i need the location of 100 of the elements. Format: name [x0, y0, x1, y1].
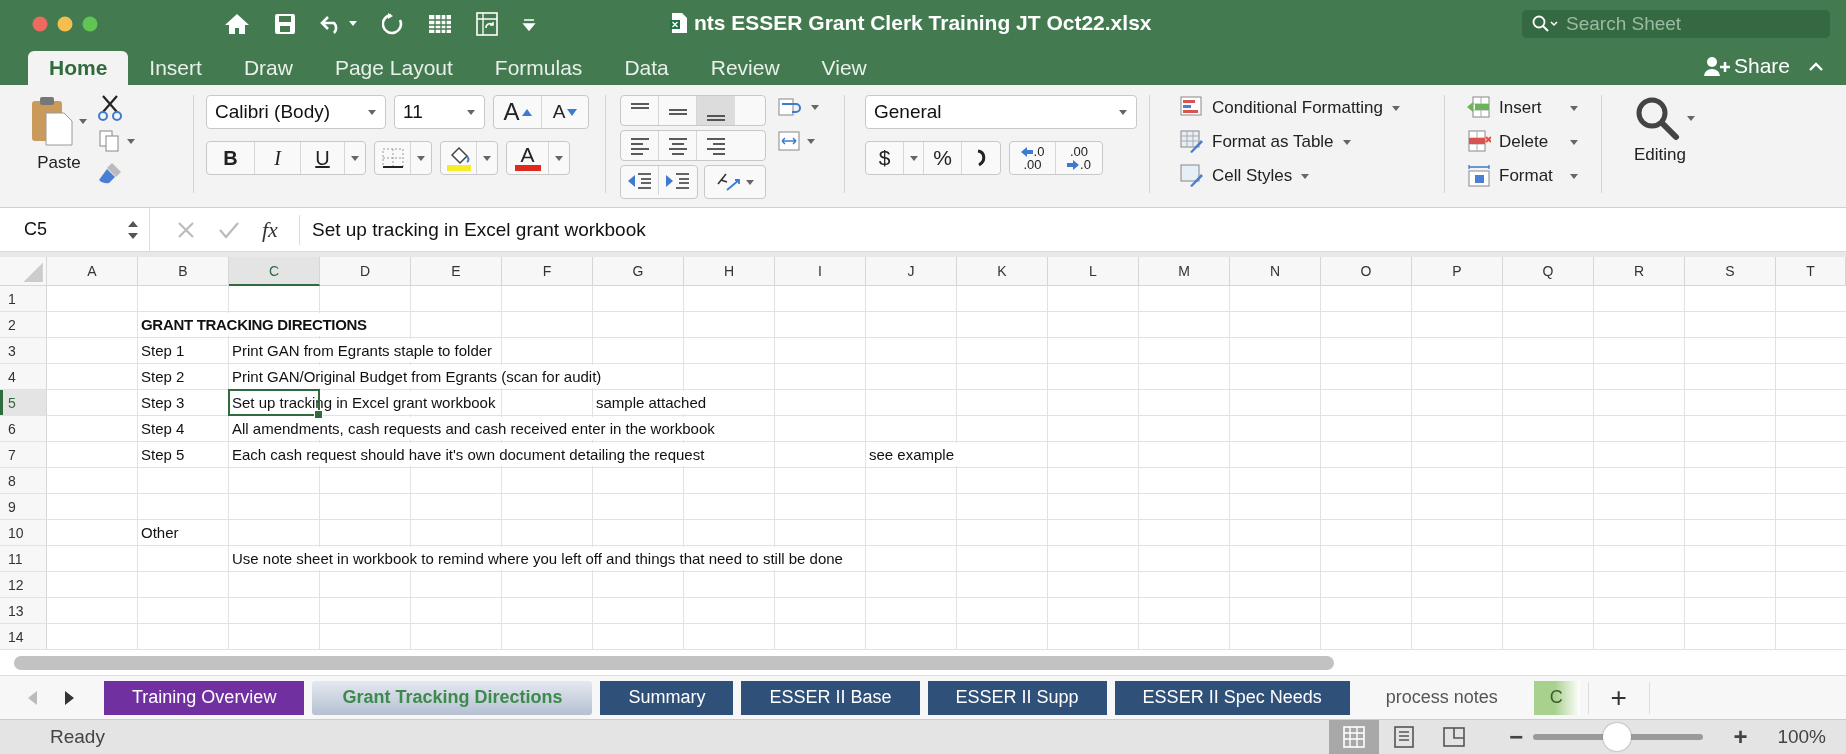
- row-header[interactable]: 8: [0, 468, 47, 493]
- caret-icon[interactable]: [1569, 171, 1579, 181]
- cells-menu-button[interactable]: Insert: [1499, 98, 1561, 118]
- increase-font-size-button[interactable]: A: [494, 96, 542, 128]
- row-header[interactable]: 7: [0, 442, 47, 467]
- column-header[interactable]: K: [957, 257, 1048, 286]
- fill-handle[interactable]: [314, 410, 323, 419]
- column-header[interactable]: Q: [1503, 257, 1594, 286]
- column-header[interactable]: E: [411, 257, 502, 286]
- ribbon-tab[interactable]: Formulas: [473, 51, 604, 85]
- insert-function-button[interactable]: fx: [262, 216, 278, 243]
- page-break-icon[interactable]: [1442, 725, 1467, 749]
- percent-button[interactable]: %: [924, 142, 962, 174]
- column-header[interactable]: J: [866, 257, 957, 286]
- column-header[interactable]: S: [1685, 257, 1776, 286]
- ribbon-tab[interactable]: Home: [28, 51, 129, 85]
- caret-icon[interactable]: [350, 153, 360, 163]
- increase-decimal-button[interactable]: .0 .00: [1010, 142, 1056, 174]
- column-header[interactable]: A: [47, 257, 138, 286]
- column-header[interactable]: D: [320, 257, 411, 286]
- name-box[interactable]: C5: [0, 207, 150, 252]
- row-header[interactable]: 9: [0, 494, 47, 519]
- italic-button[interactable]: I: [255, 142, 301, 174]
- caret-icon[interactable]: [367, 107, 377, 117]
- column-header[interactable]: P: [1412, 257, 1503, 286]
- ribbon-tab[interactable]: Page Layout: [313, 51, 474, 85]
- row-header[interactable]: 4: [0, 364, 47, 389]
- row-header[interactable]: 2: [0, 312, 47, 337]
- column-header[interactable]: L: [1048, 257, 1139, 286]
- page-layout-icon[interactable]: [1392, 725, 1417, 749]
- decrease-decimal-button[interactable]: .00 .0: [1056, 142, 1102, 174]
- editing-button[interactable]: Editing: [1634, 145, 1696, 165]
- cells-menu-button[interactable]: Delete: [1499, 132, 1561, 152]
- row-header[interactable]: 5: [0, 390, 47, 415]
- style-menu-button[interactable]: Conditional Formatting: [1212, 98, 1384, 118]
- caret-icon[interactable]: [126, 136, 136, 146]
- next-sheet-icon[interactable]: [64, 689, 76, 706]
- wrap-text-icon[interactable]: [778, 97, 804, 117]
- ribbon-tab[interactable]: Insert: [128, 51, 223, 85]
- style-menu-button[interactable]: Cell Styles: [1212, 166, 1293, 186]
- caret-icon[interactable]: [416, 153, 426, 163]
- caret-icon[interactable]: [1569, 137, 1579, 147]
- ribbon-tab[interactable]: Data: [603, 51, 690, 85]
- font-name-dropdown[interactable]: Calibri (Body): [206, 95, 386, 129]
- collapse-icon[interactable]: [1808, 61, 1824, 71]
- column-header[interactable]: I: [775, 257, 866, 286]
- style-menu-button[interactable]: Format as Table: [1212, 132, 1334, 152]
- caret-icon[interactable]: [348, 19, 358, 28]
- caret-icon[interactable]: [554, 153, 564, 163]
- customize-icon[interactable]: [522, 16, 536, 31]
- caret-icon[interactable]: [908, 153, 919, 163]
- column-header[interactable]: F: [502, 257, 593, 286]
- caret-icon[interactable]: [466, 107, 476, 117]
- row-header[interactable]: 11: [0, 546, 47, 571]
- merge-cells-icon[interactable]: [778, 131, 800, 151]
- redo-icon[interactable]: [382, 11, 404, 36]
- cells-menu-button[interactable]: Format: [1499, 166, 1561, 186]
- brush-icon[interactable]: [98, 161, 124, 185]
- paste-button[interactable]: Paste: [37, 153, 81, 173]
- column-header[interactable]: M: [1139, 257, 1230, 286]
- caret-icon[interactable]: [1686, 113, 1696, 123]
- sheet-tab[interactable]: Training Overview: [104, 680, 305, 715]
- borders-icon[interactable]: [380, 147, 405, 169]
- decrease-font-size-button[interactable]: A: [542, 96, 588, 128]
- caret-icon[interactable]: [1118, 107, 1128, 117]
- row-header[interactable]: 12: [0, 572, 47, 597]
- horizontal-scrollbar[interactable]: [14, 655, 1334, 670]
- home-icon[interactable]: [224, 11, 250, 36]
- caret-icon[interactable]: [745, 177, 755, 187]
- row-header[interactable]: 14: [0, 624, 47, 649]
- ribbon-tab[interactable]: Draw: [222, 51, 314, 85]
- clipboard-icon[interactable]: [30, 95, 74, 147]
- caret-icon[interactable]: [78, 116, 88, 126]
- search-icon[interactable]: [1634, 95, 1680, 141]
- row-header[interactable]: 3: [0, 338, 47, 363]
- row-header[interactable]: 10: [0, 520, 47, 545]
- number-format-dropdown[interactable]: General: [865, 95, 1137, 129]
- table-icon[interactable]: [428, 12, 452, 35]
- sheet-tab[interactable]: Summary: [600, 680, 734, 715]
- save-icon[interactable]: [274, 12, 296, 35]
- sheet-tab[interactable]: C: [1533, 680, 1580, 715]
- sheet-tab[interactable]: ESSER II Supp: [927, 680, 1107, 715]
- comma-style-icon[interactable]: [975, 148, 987, 168]
- row-header[interactable]: 13: [0, 598, 47, 623]
- column-header[interactable]: C: [229, 257, 320, 286]
- column-header[interactable]: N: [1230, 257, 1321, 286]
- sheet-tab[interactable]: ESSER II Base: [741, 680, 920, 715]
- sheet-tab[interactable]: ESSER II Spec Needs: [1114, 680, 1350, 715]
- column-header[interactable]: O: [1321, 257, 1412, 286]
- minimize-icon[interactable]: [57, 15, 73, 32]
- zoom-slider[interactable]: [1602, 723, 1631, 751]
- caret-icon[interactable]: [806, 136, 816, 146]
- font-size-dropdown[interactable]: 11: [394, 95, 485, 129]
- row-header[interactable]: 6: [0, 416, 47, 441]
- search-icon[interactable]: [1532, 14, 1558, 33]
- column-header[interactable]: G: [593, 257, 684, 286]
- zoom-in-button[interactable]: +: [1723, 723, 1758, 751]
- sheet-refresh-icon[interactable]: [476, 11, 498, 36]
- row-header[interactable]: 1: [0, 286, 47, 311]
- caret-icon[interactable]: [1300, 171, 1311, 181]
